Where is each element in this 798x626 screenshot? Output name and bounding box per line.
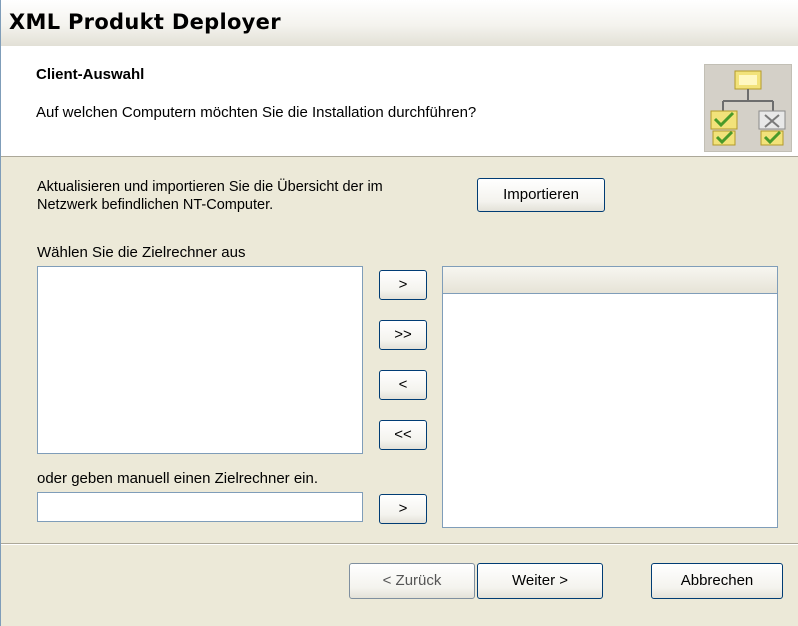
manual-entry-label: oder geben manuell einen Zielrechner ein… (37, 470, 319, 487)
import-button[interactable]: Importieren (477, 178, 605, 212)
import-description: Aktualisieren und importieren Sie die Üb… (37, 178, 457, 214)
network-computers-icon (704, 64, 792, 152)
selected-computers-column-header[interactable] (442, 266, 778, 294)
window-title: XML Produkt Deployer (9, 10, 281, 34)
cancel-button[interactable]: Abbrechen (651, 563, 783, 599)
selected-computers-list[interactable] (442, 294, 778, 528)
import-description-line2: Netzwerk befindlichen NT-Computer. (37, 197, 274, 213)
next-button[interactable]: Weiter > (477, 563, 603, 599)
available-computers-list[interactable] (37, 266, 363, 454)
add-selected-button[interactable]: > (379, 270, 427, 300)
import-description-line1: Aktualisieren und importieren Sie die Üb… (37, 179, 383, 195)
remove-all-button[interactable]: << (379, 420, 427, 450)
wizard-window: XML Produkt Deployer Client-Auswahl Auf … (0, 0, 798, 626)
back-button[interactable]: < Zurück (349, 563, 475, 599)
wizard-header: Client-Auswahl Auf welchen Computern möc… (1, 46, 798, 157)
manual-computer-input[interactable] (37, 492, 363, 522)
add-manual-button[interactable]: > (379, 494, 427, 524)
footer-divider (1, 543, 798, 545)
add-all-button[interactable]: >> (379, 320, 427, 350)
page-subtitle: Auf welchen Computern möchten Sie die In… (36, 104, 477, 121)
title-bar: XML Produkt Deployer (1, 0, 798, 47)
target-selection-label: Wählen Sie die Zielrechner aus (37, 244, 246, 261)
page-title: Client-Auswahl (36, 66, 145, 83)
remove-selected-button[interactable]: < (379, 370, 427, 400)
